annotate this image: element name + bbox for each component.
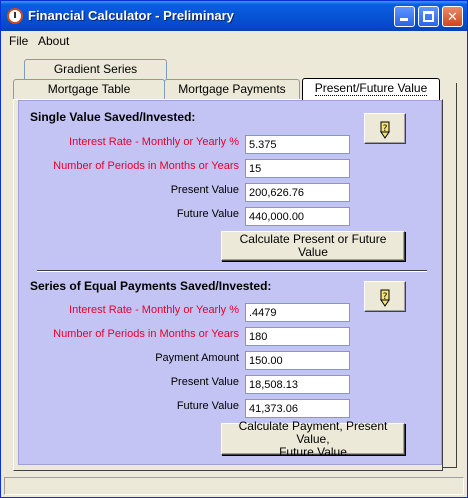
tab-mortgage-payments-label: Mortgage Payments: [178, 82, 286, 96]
series-help-button[interactable]: ?: [364, 281, 406, 312]
tab-mortgage-table[interactable]: Mortgage Table: [13, 79, 165, 99]
single-interest-label: Interest Rate - Monthly or Yearly %: [69, 136, 239, 148]
status-bar: [4, 477, 464, 495]
menu-bar: File About: [1, 31, 467, 51]
series-future-input[interactable]: 41,373.06: [245, 399, 350, 418]
minimize-button[interactable]: [394, 6, 415, 27]
series-present-label: Present Value: [170, 376, 239, 388]
minimize-icon: [400, 18, 408, 21]
single-periods-input[interactable]: 15: [245, 159, 350, 178]
single-value-title: Single Value Saved/Invested:: [30, 110, 196, 124]
series-payment-label: Payment Amount: [155, 352, 239, 364]
maximize-button[interactable]: [418, 6, 439, 27]
close-icon: ✕: [447, 9, 458, 24]
calculate-payment-label-line1: Calculate Payment, Present Value,: [238, 418, 388, 446]
maximize-icon: [423, 11, 434, 22]
tab-mortgage-payments[interactable]: Mortgage Payments: [164, 79, 300, 99]
title-bar[interactable]: Financial Calculator - Preliminary ✕: [1, 1, 467, 31]
single-future-label: Future Value: [176, 208, 239, 220]
single-interest-input[interactable]: 5.375: [245, 135, 350, 154]
svg-text:?: ?: [383, 124, 388, 134]
section-divider: [37, 270, 427, 272]
series-future-label: Future Value: [176, 400, 239, 412]
window-title: Financial Calculator - Preliminary: [28, 8, 234, 23]
tab-mortgage-table-label: Mortgage Table: [47, 82, 131, 96]
calculate-payment-button[interactable]: Calculate Payment, Present Value, Future…: [221, 418, 405, 458]
menu-file[interactable]: File: [9, 34, 28, 48]
series-title: Series of Equal Payments Saved/Invested:: [30, 279, 272, 293]
single-present-input[interactable]: 200,626.76: [245, 183, 350, 202]
menu-about[interactable]: About: [38, 34, 69, 48]
single-present-label: Present Value: [170, 184, 239, 196]
tab-frame-shadow: [443, 83, 457, 468]
close-button[interactable]: ✕: [442, 6, 463, 27]
series-interest-label: Interest Rate - Monthly or Yearly %: [69, 304, 239, 316]
tab-present-future-value-label: Present/Future Value: [314, 81, 428, 96]
series-interest-input[interactable]: .4479: [245, 303, 350, 322]
single-future-input[interactable]: 440,000.00: [245, 207, 350, 226]
series-payment-input[interactable]: 150.00: [245, 351, 350, 370]
tab-gradient-series-label: Gradient Series: [53, 62, 138, 76]
series-periods-input[interactable]: 180: [245, 327, 350, 346]
svg-text:?: ?: [383, 292, 388, 302]
single-periods-label: Number of Periods in Months or Years: [53, 160, 239, 172]
tab-present-future-value[interactable]: Present/Future Value: [302, 78, 440, 100]
clock-icon: [7, 8, 23, 24]
pencil-help-icon: ?: [380, 121, 390, 139]
series-present-input[interactable]: 18,508.13: [245, 375, 350, 394]
single-value-help-button[interactable]: ?: [364, 113, 406, 144]
tab-gradient-series[interactable]: Gradient Series: [24, 59, 167, 79]
pencil-help-icon: ?: [380, 289, 390, 307]
series-periods-label: Number of Periods in Months or Years: [53, 328, 239, 340]
calculate-present-future-label: Calculate Present or Future Value: [239, 232, 387, 259]
calculate-present-future-button[interactable]: Calculate Present or Future Value: [221, 231, 405, 261]
app-window: Financial Calculator - Preliminary ✕ Fil…: [0, 0, 468, 498]
calculate-payment-label-line2: Future Value: [279, 444, 347, 459]
